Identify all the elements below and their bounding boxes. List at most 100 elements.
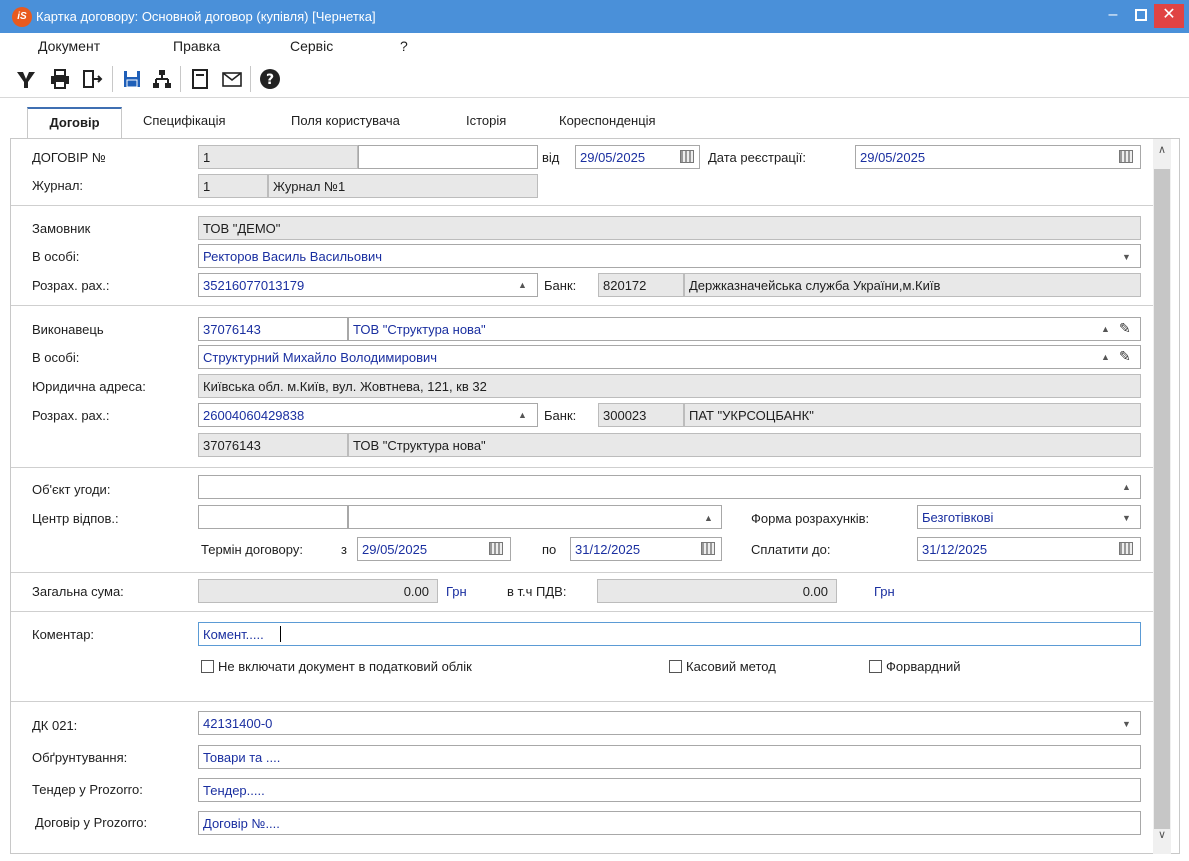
reason-field[interactable]: Товари та .... — [198, 745, 1141, 769]
toolbar-separator — [180, 66, 181, 92]
term-from-field[interactable]: 29/05/2025 — [357, 537, 511, 561]
executor-label: Виконавець — [32, 322, 104, 337]
tab-history[interactable]: Історія — [466, 113, 506, 128]
calendar-icon[interactable] — [489, 542, 503, 555]
exclude-tax-checkbox[interactable] — [201, 660, 214, 673]
chevron-up-icon[interactable]: ▲ — [704, 513, 713, 523]
reg-date-field[interactable]: 29/05/2025 — [855, 145, 1141, 169]
tab-contract[interactable]: Договір — [27, 107, 122, 139]
comment-field[interactable]: Комент..... — [198, 622, 1141, 646]
menu-document[interactable]: Документ — [38, 38, 100, 54]
window-title: Картка договору: Основной договор (купів… — [36, 9, 376, 24]
chevron-up-icon[interactable]: ▲ — [518, 410, 527, 420]
executor-bank-code-field: 300023 — [598, 403, 684, 427]
toolbar-separator — [250, 66, 251, 92]
close-button[interactable]: ✕ — [1154, 4, 1184, 28]
chevron-up-icon[interactable]: ▲ — [1101, 324, 1110, 334]
document-icon[interactable] — [186, 65, 214, 93]
menu-service[interactable]: Сервіс — [290, 38, 333, 54]
print-icon[interactable] — [46, 65, 74, 93]
vat-currency: Грн — [874, 584, 895, 599]
contract-number-suffix-field[interactable] — [358, 145, 538, 169]
save-icon[interactable] — [118, 65, 146, 93]
customer-person-field[interactable]: Ректоров Василь Васильович — [198, 244, 1141, 268]
contract-number-label: ДОГОВІР № — [32, 150, 106, 165]
chevron-down-icon[interactable]: ▼ — [1122, 513, 1131, 523]
tab-correspondence[interactable]: Кореспонденція — [559, 113, 656, 128]
cash-method-checkbox[interactable] — [669, 660, 682, 673]
customer-field: ТОВ "ДЕМО" — [198, 216, 1141, 240]
total-label: Загальна сума: — [32, 584, 124, 599]
menu-edit[interactable]: Правка — [173, 38, 220, 54]
calendar-icon[interactable] — [1119, 542, 1133, 555]
executor-account-label: Розрах. рах.: — [32, 408, 110, 423]
vat-label: в т.ч ПДВ: — [507, 584, 567, 599]
maximize-button[interactable] — [1126, 4, 1156, 28]
edit-pencil-icon[interactable]: ✎ — [1119, 348, 1131, 365]
customer-account-field[interactable]: 35216077013179 — [198, 273, 538, 297]
toolbar-separator — [112, 66, 113, 92]
edit-pencil-icon[interactable]: ✎ — [1119, 320, 1131, 337]
object-field[interactable] — [198, 475, 1141, 499]
calendar-icon[interactable] — [680, 150, 694, 163]
chevron-up-icon[interactable]: ▲ — [518, 280, 527, 290]
scroll-up-icon[interactable]: ∧ — [1153, 143, 1171, 165]
help-icon[interactable]: ? — [256, 65, 284, 93]
prozorro-contract-label: Договір у Prozorro: — [35, 815, 148, 830]
payment-form-select[interactable]: Безготівкові — [917, 505, 1141, 529]
section-divider — [11, 305, 1154, 306]
total-field: 0.00 — [198, 579, 438, 603]
responsibility-center-code-field[interactable] — [198, 505, 348, 529]
object-label: Об'єкт угоди: — [32, 482, 111, 497]
tender-field[interactable]: Тендер..... — [198, 778, 1141, 802]
chevron-up-icon[interactable]: ▲ — [1101, 352, 1110, 362]
payment-form-label: Форма розрахунків: — [751, 511, 870, 526]
contract-number-field[interactable]: 1 — [198, 145, 358, 169]
calendar-icon[interactable] — [1119, 150, 1133, 163]
journal-name-field: Журнал №1 — [268, 174, 538, 198]
executor-name-field[interactable]: ТОВ "Структура нова" — [348, 317, 1141, 341]
chevron-down-icon[interactable]: ▼ — [1122, 252, 1131, 262]
tab-specification[interactable]: Специфікація — [143, 113, 226, 128]
calendar-icon[interactable] — [701, 542, 715, 555]
title-bar: iS Картка договору: Основной договор (ку… — [0, 0, 1189, 33]
menu-help[interactable]: ? — [400, 38, 408, 54]
scroll-down-icon[interactable]: ∨ — [1153, 828, 1171, 850]
executor-person-field[interactable]: Структурний Михайло Володимирович — [198, 345, 1141, 369]
mail-icon[interactable] — [218, 65, 246, 93]
menu-bar: Документ Правка Сервіс ? — [0, 33, 1189, 60]
filter-icon[interactable] — [12, 65, 40, 93]
minimize-button[interactable]: – — [1098, 4, 1128, 28]
comment-label: Коментар: — [32, 627, 95, 642]
structure-icon[interactable] — [148, 65, 176, 93]
executor-code-field[interactable]: 37076143 — [198, 317, 348, 341]
section-divider — [11, 611, 1154, 612]
dk021-select[interactable]: 42131400-0 — [198, 711, 1141, 735]
executor-address-label: Юридична адреса: — [32, 379, 146, 394]
scroll-thumb[interactable] — [1154, 169, 1170, 829]
chevron-down-icon[interactable]: ▼ — [1122, 719, 1131, 729]
executor-person-label: В особі: — [32, 350, 80, 365]
customer-bank-name-field: Держказначейська служба України,м.Київ — [684, 273, 1141, 297]
exit-icon[interactable] — [78, 65, 106, 93]
chevron-up-icon[interactable]: ▲ — [1122, 482, 1131, 492]
contract-form: ДОГОВІР № 1 від 29/05/2025 Дата реєстрац… — [10, 139, 1180, 854]
toolbar: ? — [0, 60, 1189, 98]
vat-field: 0.00 — [597, 579, 837, 603]
forward-checkbox[interactable] — [869, 660, 882, 673]
prozorro-contract-field[interactable]: Договір №.... — [198, 811, 1141, 835]
pay-until-field[interactable]: 31/12/2025 — [917, 537, 1141, 561]
term-from-label: з — [341, 542, 347, 557]
section-divider — [11, 467, 1154, 468]
cash-method-label: Касовий метод — [686, 659, 776, 674]
text-caret — [280, 626, 281, 642]
executor-account-field[interactable]: 26004060429838 — [198, 403, 538, 427]
pay-until-label: Сплатити до: — [751, 542, 831, 557]
vertical-scrollbar[interactable]: ∧ ∨ — [1153, 139, 1171, 854]
responsibility-center-name-field[interactable] — [348, 505, 722, 529]
term-to-field[interactable]: 31/12/2025 — [570, 537, 722, 561]
term-to-label: по — [542, 542, 557, 557]
reason-label: Обґрунтування: — [32, 750, 128, 765]
executor-bank-label: Банк: — [544, 408, 577, 423]
tab-user-fields[interactable]: Поля користувача — [291, 113, 400, 128]
